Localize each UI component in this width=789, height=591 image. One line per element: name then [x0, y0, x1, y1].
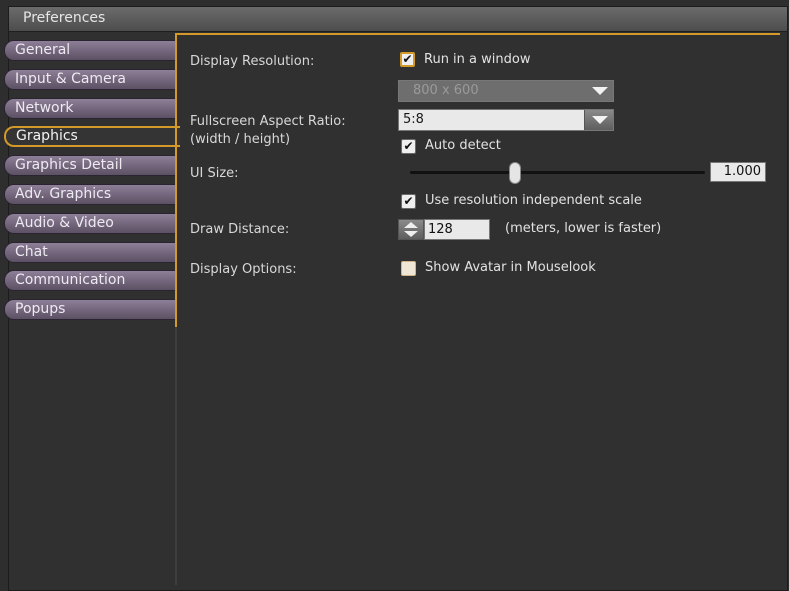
show-avatar-mouselook-checkbox[interactable] [401, 261, 416, 276]
tab-list: General Input & Camera Network Graphics … [4, 40, 180, 328]
tab-popups[interactable]: Popups [4, 299, 176, 321]
tab-label: General [15, 42, 71, 58]
display-resolution-label: Display Resolution: [190, 54, 315, 69]
draw-distance-field[interactable]: 128 [424, 219, 490, 240]
auto-detect-checkbox[interactable]: ✔ [401, 139, 416, 154]
aspect-ratio-combo[interactable]: 5:8 [398, 109, 614, 131]
window-title: Preferences [23, 10, 106, 26]
tab-label: Graphics [16, 128, 78, 145]
tab-label: Popups [15, 301, 66, 318]
checkmark-icon: ✔ [403, 194, 414, 208]
tab-label: Chat [15, 243, 48, 260]
draw-distance-hint: (meters, lower is faster) [505, 221, 662, 236]
tab-label: Network [15, 99, 74, 116]
tab-graphics[interactable]: Graphics [4, 126, 180, 148]
tab-label: Adv. Graphics [15, 185, 112, 202]
spinner-down-icon[interactable] [404, 231, 418, 237]
draw-distance-label: Draw Distance: [190, 222, 290, 237]
tab-general[interactable]: General [4, 40, 176, 61]
tab-label: Communication [15, 272, 126, 289]
aspect-ratio-label: Fullscreen Aspect Ratio: [190, 114, 346, 129]
ui-size-slider-track[interactable] [410, 171, 705, 174]
checkmark-icon: ✔ [403, 139, 414, 153]
dropdown-button[interactable] [585, 81, 613, 101]
tab-chat[interactable]: Chat [4, 241, 176, 263]
ui-size-slider-thumb[interactable] [509, 162, 521, 184]
aspect-ratio-sublabel: (width / height) [190, 132, 291, 147]
tab-communication[interactable]: Communication [4, 270, 176, 292]
tab-label: Audio & Video [15, 214, 114, 231]
tab-adv-graphics[interactable]: Adv. Graphics [4, 183, 176, 205]
run-in-window-label: Run in a window [424, 52, 531, 67]
tab-label: Graphics Detail [15, 157, 123, 174]
checkmark-icon: ✔ [402, 52, 413, 66]
tab-graphics-detail[interactable]: Graphics Detail [4, 155, 176, 177]
aspect-ratio-dropdown-button[interactable] [584, 110, 613, 130]
dropdown-arrow-icon [592, 116, 608, 124]
show-avatar-mouselook-label: Show Avatar in Mouselook [425, 260, 596, 275]
auto-detect-label: Auto detect [425, 138, 501, 153]
ui-size-value-field[interactable]: 1.000 [710, 162, 766, 182]
tab-input-camera[interactable]: Input & Camera [4, 68, 176, 90]
dropdown-arrow-icon [592, 87, 608, 95]
resolution-dropdown[interactable]: 800 x 600 [398, 80, 614, 102]
display-options-label: Display Options: [190, 262, 297, 277]
draw-distance-spinner[interactable] [398, 219, 424, 240]
run-in-window-checkbox[interactable]: ✔ [400, 52, 415, 67]
panel-divider [175, 327, 177, 585]
tab-network[interactable]: Network [4, 97, 176, 119]
graphics-panel [175, 33, 780, 327]
tab-label: Input & Camera [15, 70, 127, 87]
spinner-up-icon[interactable] [404, 222, 418, 228]
resolution-value: 800 x 600 [413, 83, 479, 98]
ui-size-label: UI Size: [190, 166, 239, 181]
title-bar[interactable]: Preferences [9, 7, 787, 32]
tab-audio-video[interactable]: Audio & Video [4, 212, 176, 234]
aspect-ratio-value: 5:8 [403, 112, 424, 127]
resolution-independent-checkbox[interactable]: ✔ [401, 194, 416, 209]
resolution-independent-label: Use resolution independent scale [425, 193, 642, 208]
